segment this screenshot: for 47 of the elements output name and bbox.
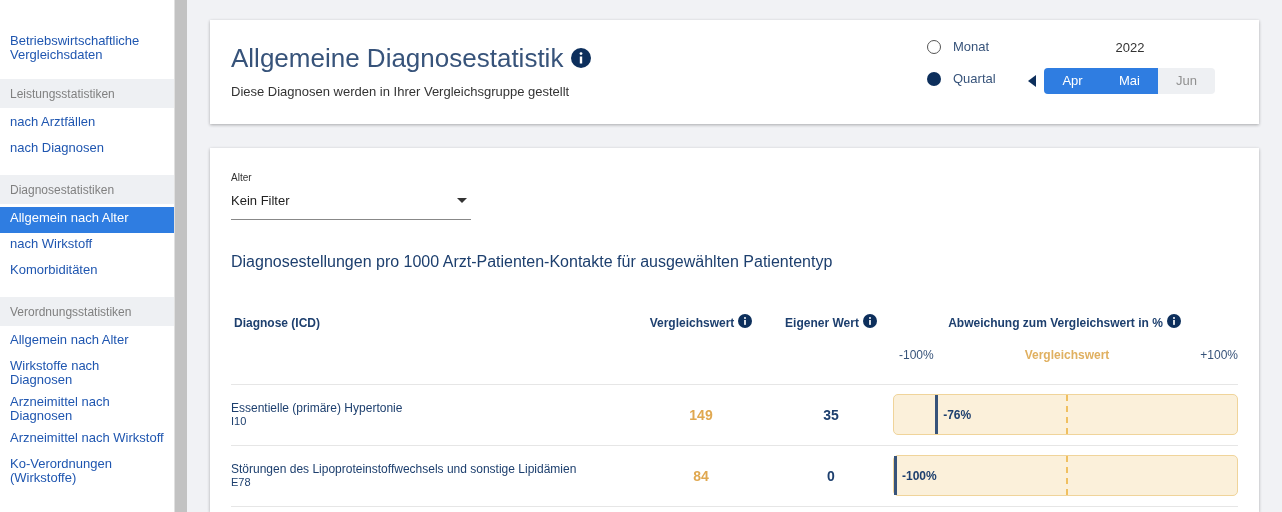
dropdown-caret-icon: [457, 198, 467, 204]
table-title: Diagnosestellungen pro 1000 Arzt-Patienten-Kontakte für ausgewählten Patiententyp: [231, 251, 834, 272]
scale-center: Vergleichswert: [1024, 346, 1110, 364]
reference-value: 84: [693, 467, 709, 484]
sidebar-link[interactable]: Betriebswirtschaftliche Vergleichsdaten: [0, 34, 174, 62]
sidebar-item[interactable]: nach Arztfällen: [0, 111, 174, 137]
deviation-value: -100%: [902, 467, 937, 485]
own-value: 35: [823, 406, 839, 423]
sidebar-section-header: Verordnungsstatistiken: [0, 297, 174, 326]
month-tab[interactable]: Apr: [1044, 68, 1101, 94]
period-radio[interactable]: Quartal: [927, 70, 1027, 88]
sidebar-item[interactable]: nach Diagnosen: [0, 137, 174, 163]
sidebar-section-header: Leistungsstatistiken: [0, 79, 174, 108]
info-icon[interactable]: [571, 48, 592, 68]
sidebar-item[interactable]: Arzneimittel nach Wirkstoff: [0, 427, 174, 453]
column-header: Diagnose (ICD): [234, 315, 320, 330]
own-value: 0: [827, 467, 835, 484]
sidebar-item[interactable]: Allgemein nach Alter: [0, 329, 174, 355]
sidebar-item[interactable]: nach Wirkstoff: [0, 233, 174, 259]
page-subtitle: Diese Diagnosen werden in Ihrer Vergleichsgruppe gestellt: [231, 83, 571, 101]
scale-max: +100%: [1200, 346, 1238, 364]
info-icon[interactable]: [1166, 313, 1181, 328]
year-label: 2022: [1114, 39, 1146, 56]
info-icon[interactable]: [862, 313, 877, 328]
sidebar-item[interactable]: Allgemein nach Alter: [0, 207, 174, 233]
page-title: Allgemeine Diagnosestatistik: [231, 42, 564, 74]
caret-left-icon[interactable]: [1028, 75, 1036, 87]
scale-min: -100%: [899, 346, 934, 364]
sidebar-item[interactable]: Wirkstoffe nach Diagnosen: [0, 355, 174, 391]
column-header: Eigener Wert: [785, 314, 859, 332]
sidebar-item[interactable]: Komorbiditäten: [0, 259, 174, 285]
column-header: Abweichung zum Vergleichswert in %: [948, 314, 1163, 332]
icd-code: I10: [231, 414, 248, 428]
scrollbar[interactable]: [174, 0, 187, 512]
month-tab[interactable]: Mai: [1101, 68, 1158, 94]
icd-code: E78: [231, 475, 251, 489]
diagnosis-name: Störungen des Lipoproteinstoffwechsels und sonstige Lipidämien: [231, 462, 578, 476]
period-radio[interactable]: Monat: [927, 38, 1027, 56]
diagnosis-name: Essentielle (primäre) Hypertonie: [231, 401, 404, 415]
info-icon[interactable]: [738, 313, 753, 328]
sidebar-item[interactable]: Ko-Verordnungen (Wirkstoffe): [0, 453, 174, 489]
column-header: Vergleichswert: [649, 314, 735, 332]
filter-dropdown[interactable]: Alter Kein Filter: [231, 170, 471, 220]
deviation-value: -76%: [943, 406, 972, 424]
reference-value: 149: [689, 406, 713, 423]
sidebar-section-header: Diagnosestatistiken: [0, 175, 174, 204]
sidebar-item[interactable]: Arzneimittel nach Diagnosen: [0, 391, 174, 427]
